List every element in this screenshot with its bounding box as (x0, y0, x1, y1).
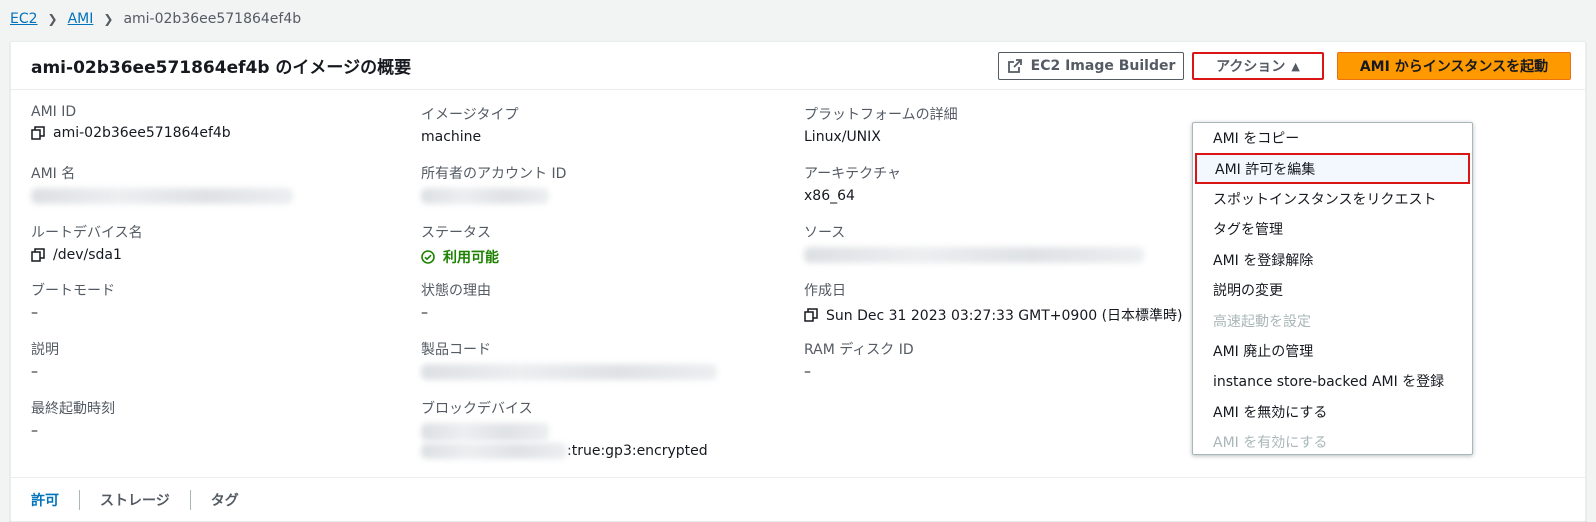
created-value: Sun Dec 31 2023 03:27:33 GMT+0900 (日本標準時… (826, 308, 1183, 324)
breadcrumb: EC2 ❯ AMI ❯ ami-02b36ee571864ef4b (10, 8, 301, 30)
menu-item-register-instance-store-ami[interactable]: instance store-backed AMI を登録 (1193, 366, 1472, 396)
page-title: ami-02b36ee571864ef4b のイメージの概要 (31, 58, 412, 78)
block-device-value: :true:gp3:encrypted (567, 443, 708, 459)
actions-button[interactable]: アクション ▲ (1192, 52, 1324, 80)
field-owner-account: 所有者のアカウント ID (421, 163, 566, 204)
copy-icon[interactable] (804, 308, 818, 322)
redacted-value (421, 364, 717, 380)
redacted-value (421, 188, 549, 204)
tab-tags[interactable]: タグ (191, 490, 259, 510)
breadcrumb-current: ami-02b36ee571864ef4b (123, 11, 302, 27)
field-description: 説明 – (31, 342, 59, 380)
menu-item-deregister-ami[interactable]: AMI を登録解除 (1193, 245, 1472, 275)
breadcrumb-ec2[interactable]: EC2 (10, 11, 38, 27)
ec2-image-builder-label: EC2 Image Builder (1030, 58, 1176, 74)
field-ami-name: AMI 名 (31, 163, 293, 204)
external-link-icon (1007, 59, 1022, 73)
field-created: 作成日 Sun Dec 31 2023 03:27:33 GMT+0900 (日… (804, 283, 1183, 324)
redacted-value (31, 188, 293, 204)
menu-item-manage-ami-deprecation[interactable]: AMI 廃止の管理 (1193, 336, 1472, 366)
copy-icon[interactable] (31, 126, 45, 140)
field-platform: プラットフォームの詳細 Linux/UNIX (804, 107, 958, 145)
chevron-right-icon: ❯ (47, 12, 58, 26)
menu-item-request-spot-instances[interactable]: スポットインスタンスをリクエスト (1193, 184, 1472, 214)
tab-storage[interactable]: ストレージ (80, 490, 190, 510)
actions-menu: AMI をコピー AMI 許可を編集 スポットインスタンスをリクエスト タグを管… (1192, 122, 1473, 455)
menu-item-copy-ami[interactable]: AMI をコピー (1193, 123, 1472, 153)
field-root-device: ルートデバイス名 /dev/sda1 (31, 225, 143, 263)
ami-id-value: ami-02b36ee571864ef4b (53, 125, 231, 141)
panel-header: ami-02b36ee571864ef4b のイメージの概要 EC2 Image… (11, 42, 1585, 90)
field-source: ソース (804, 222, 1144, 263)
field-last-launch: 最終起動時刻 – (31, 401, 115, 439)
field-product-code: 製品コード (421, 339, 717, 380)
field-status: ステータス 利用可能 (421, 225, 499, 266)
redacted-value (421, 443, 567, 459)
launch-instance-button[interactable]: AMI からインスタンスを起動 (1337, 52, 1571, 80)
tab-permissions[interactable]: 許可 (31, 490, 79, 510)
detail-tabs: 許可 ストレージ タグ (11, 477, 1585, 521)
menu-item-edit-ami-permissions[interactable]: AMI 許可を編集 (1195, 153, 1470, 184)
field-ami-id: AMI ID ami-02b36ee571864ef4b (31, 104, 231, 141)
field-image-type: イメージタイプ machine (421, 107, 519, 145)
field-block-device: ブロックデバイス :true:gp3:encrypted (421, 401, 708, 459)
field-state-reason: 状態の理由 – (421, 283, 491, 321)
field-boot-mode: ブートモード – (31, 283, 115, 321)
caret-up-icon: ▲ (1291, 59, 1300, 73)
image-summary-panel: ami-02b36ee571864ef4b のイメージの概要 EC2 Image… (10, 41, 1586, 522)
copy-icon[interactable] (31, 248, 45, 262)
status-badge: 利用可能 (443, 250, 499, 266)
check-circle-icon (421, 250, 435, 264)
field-ram-disk: RAM ディスク ID – (804, 342, 914, 380)
menu-item-configure-fast-launch: 高速起動を設定 (1213, 313, 1311, 330)
actions-label: アクション (1216, 59, 1286, 75)
menu-item-manage-tags[interactable]: タグを管理 (1193, 214, 1472, 244)
breadcrumb-ami[interactable]: AMI (68, 11, 94, 27)
root-device-value: /dev/sda1 (53, 247, 122, 263)
chevron-right-icon: ❯ (103, 12, 114, 26)
redacted-value (421, 423, 549, 441)
menu-item-disable-ami[interactable]: AMI を無効にする (1193, 397, 1472, 427)
menu-item-enable-ami: AMI を有効にする (1213, 435, 1328, 452)
field-architecture: アーキテクチャ x86_64 (804, 166, 902, 204)
redacted-value (804, 247, 1144, 263)
ec2-image-builder-button[interactable]: EC2 Image Builder (998, 52, 1184, 80)
menu-item-modify-description[interactable]: 説明の変更 (1193, 275, 1472, 305)
